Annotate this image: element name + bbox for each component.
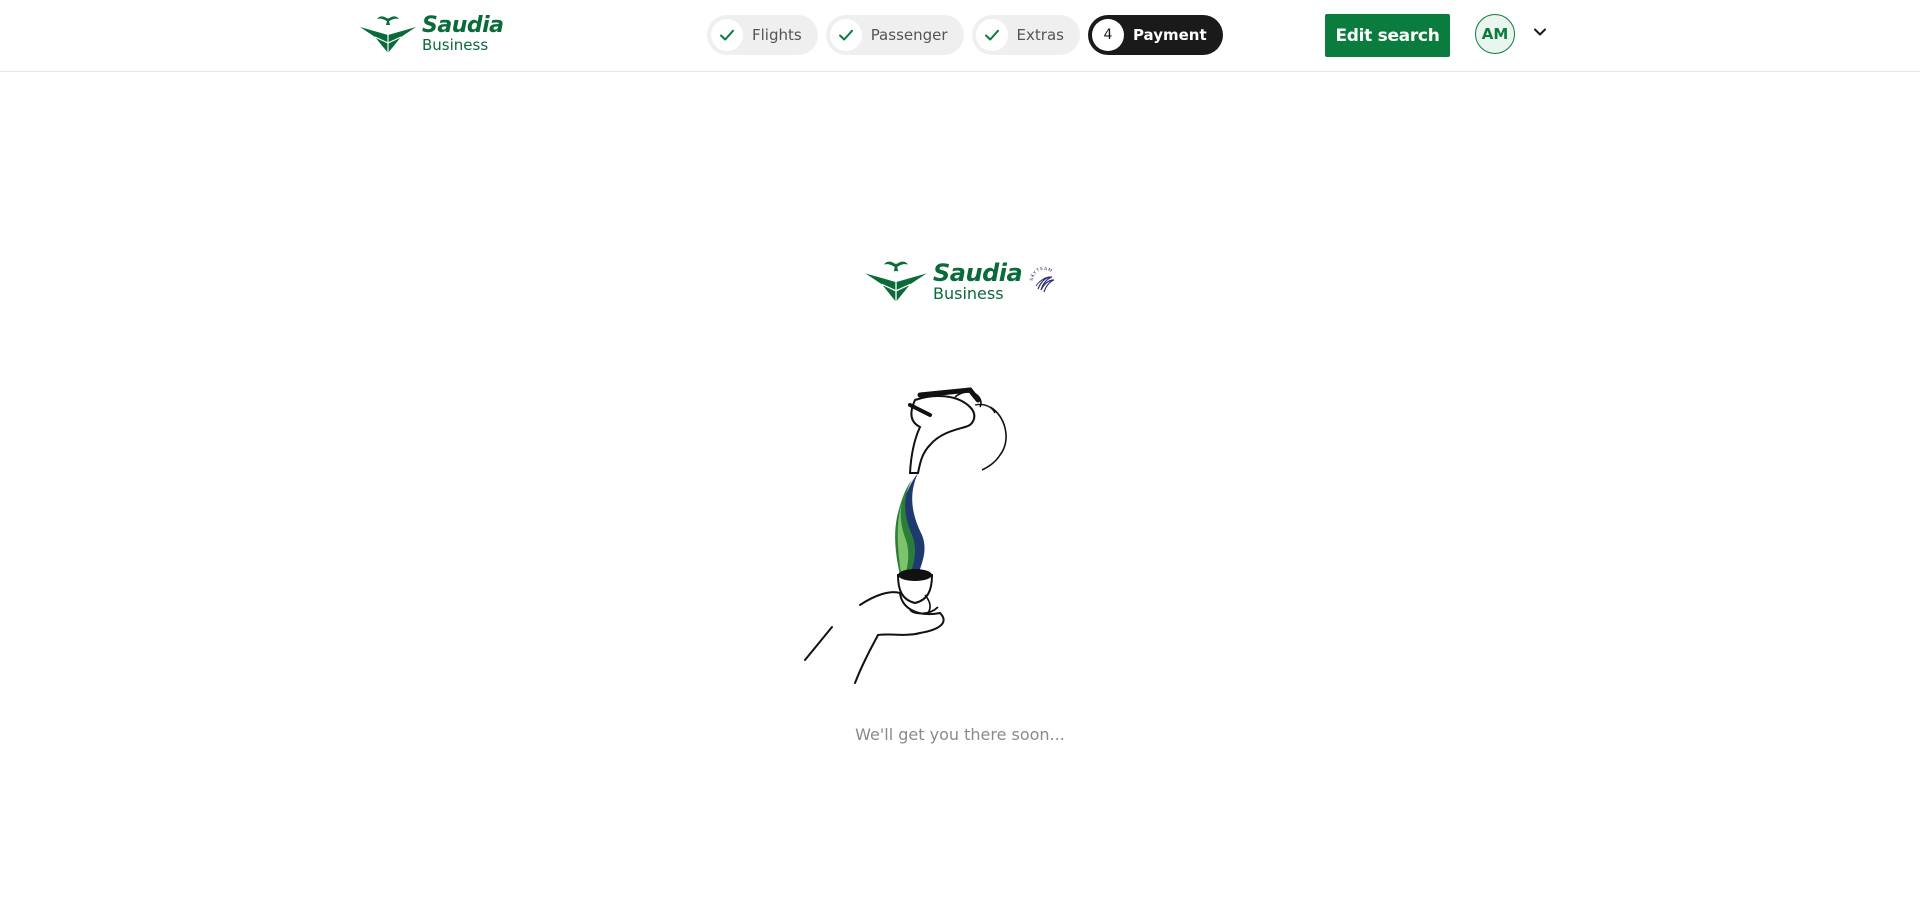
brand-name: Saudia [422,13,504,38]
step-flights[interactable]: Flights [707,15,818,55]
check-icon [975,19,1008,51]
booking-stepper: Flights Passenger Extras 4 Payment [707,15,1223,55]
step-number: 4 [1091,19,1124,51]
svg-text:SKYTEAM: SKYTEAM [1029,266,1054,281]
skyteam-logo-icon: SKYTEAM [1029,266,1055,293]
brand-logo[interactable]: Saudia Business [359,12,504,56]
loading-brand-logo: Saudia Business SKYTEAM [864,258,1060,304]
coffee-pour-illustration [804,387,1007,684]
step-passenger[interactable]: Passenger [825,15,964,55]
loading-message: We'll get you there soon... [855,725,1065,744]
step-label: Flights [752,26,802,44]
brand-sub: Business [422,36,489,54]
avatar[interactable]: AM [1475,14,1515,54]
step-extras[interactable]: Extras [971,15,1080,55]
saudia-emblem-icon [865,261,927,302]
edit-search-button[interactable]: Edit search [1325,14,1450,57]
step-label: Payment [1132,26,1207,44]
check-icon [829,19,862,51]
brand-sub: Business [933,283,1004,303]
step-payment[interactable]: 4 Payment [1087,15,1223,55]
step-label: Extras [1016,26,1064,44]
brand-name: Saudia [933,258,1023,287]
saudia-emblem-icon [360,16,416,53]
step-label: Passenger [870,26,948,44]
top-header: Saudia Business Flights Passenger Extras… [0,0,1920,72]
chevron-down-icon[interactable] [1532,24,1548,40]
check-icon [711,19,743,51]
